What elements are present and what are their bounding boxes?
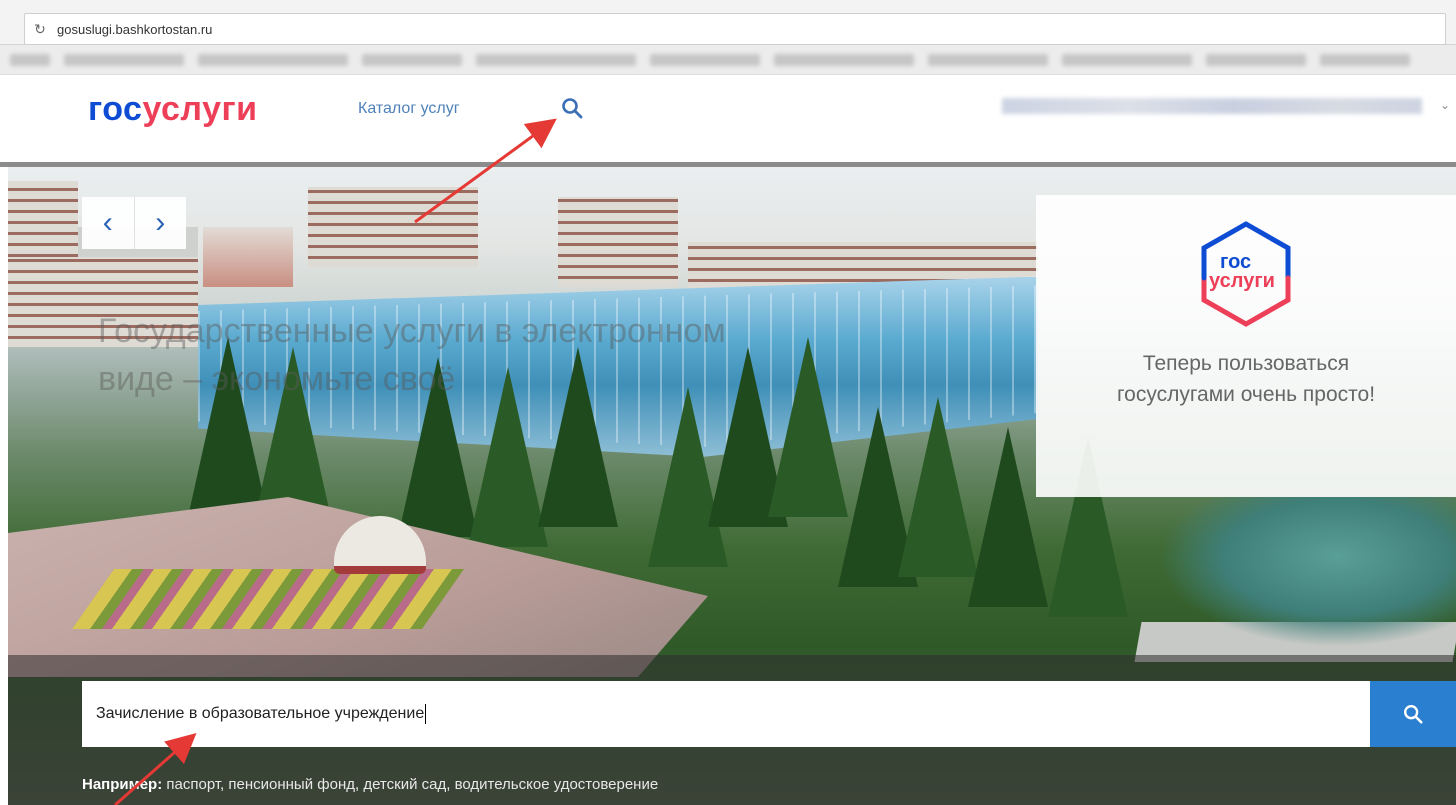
examples-label: Например:	[82, 776, 163, 793]
gosuslugi-shield-icon: гос услуги	[1201, 221, 1291, 327]
url-text: gosuslugi.bashkortostan.ru	[57, 21, 213, 37]
card-logo-uslugi: услуги	[1209, 270, 1275, 292]
statue-image	[1158, 497, 1456, 647]
search-icon[interactable]	[560, 96, 584, 120]
text-caret	[425, 704, 427, 724]
example-pension-fund[interactable]: пенсионный фонд	[228, 776, 355, 793]
search-panel: Зачисление в образовательное учреждение …	[8, 655, 1456, 805]
user-account-blurred[interactable]	[1002, 98, 1422, 114]
promo-card-text: Теперь пользоваться госуслугами очень пр…	[1116, 352, 1376, 406]
hero-headline: Государственные услуги в электронном вид…	[98, 312, 726, 398]
search-input-value: Зачисление в образовательное учреждение	[96, 705, 425, 722]
url-field[interactable]: ↻ gosuslugi.bashkortostan.ru	[24, 13, 1446, 45]
example-kindergarten[interactable]: детский сад	[363, 776, 446, 793]
promo-card: гос услуги Теперь пользоваться госуслуга…	[1036, 195, 1456, 497]
search-icon	[1404, 705, 1423, 724]
site-header: госуслуги Каталог услуг ⌄	[0, 76, 1456, 162]
example-passport[interactable]: паспорт	[166, 776, 220, 793]
search-examples: Например: паспорт, пенсионный фонд, детс…	[82, 776, 659, 793]
service-search-input[interactable]: Зачисление в образовательное учреждение	[82, 681, 1370, 747]
reload-icon[interactable]: ↻	[29, 21, 51, 38]
logo-part-uslugi: услуги	[142, 90, 258, 128]
catalog-link[interactable]: Каталог услуг	[358, 100, 460, 118]
chevron-down-icon[interactable]: ⌄	[1440, 98, 1450, 112]
search-submit-button[interactable]	[1370, 681, 1456, 747]
browser-address-bar: ↻ gosuslugi.bashkortostan.ru	[0, 0, 1456, 45]
hero-banner: Государственные услуги в электронном вид…	[8, 167, 1456, 805]
gosuslugi-logo[interactable]: госуслуги	[88, 90, 258, 129]
carousel-nav: ‹ ›	[82, 197, 186, 249]
example-drivers-license[interactable]: водительское удостоверение	[455, 776, 659, 793]
carousel-next-button[interactable]: ›	[133, 197, 187, 249]
carousel-prev-button[interactable]: ‹	[82, 197, 134, 249]
bookmarks-bar	[0, 45, 1456, 75]
logo-part-gos: гос	[88, 90, 143, 128]
